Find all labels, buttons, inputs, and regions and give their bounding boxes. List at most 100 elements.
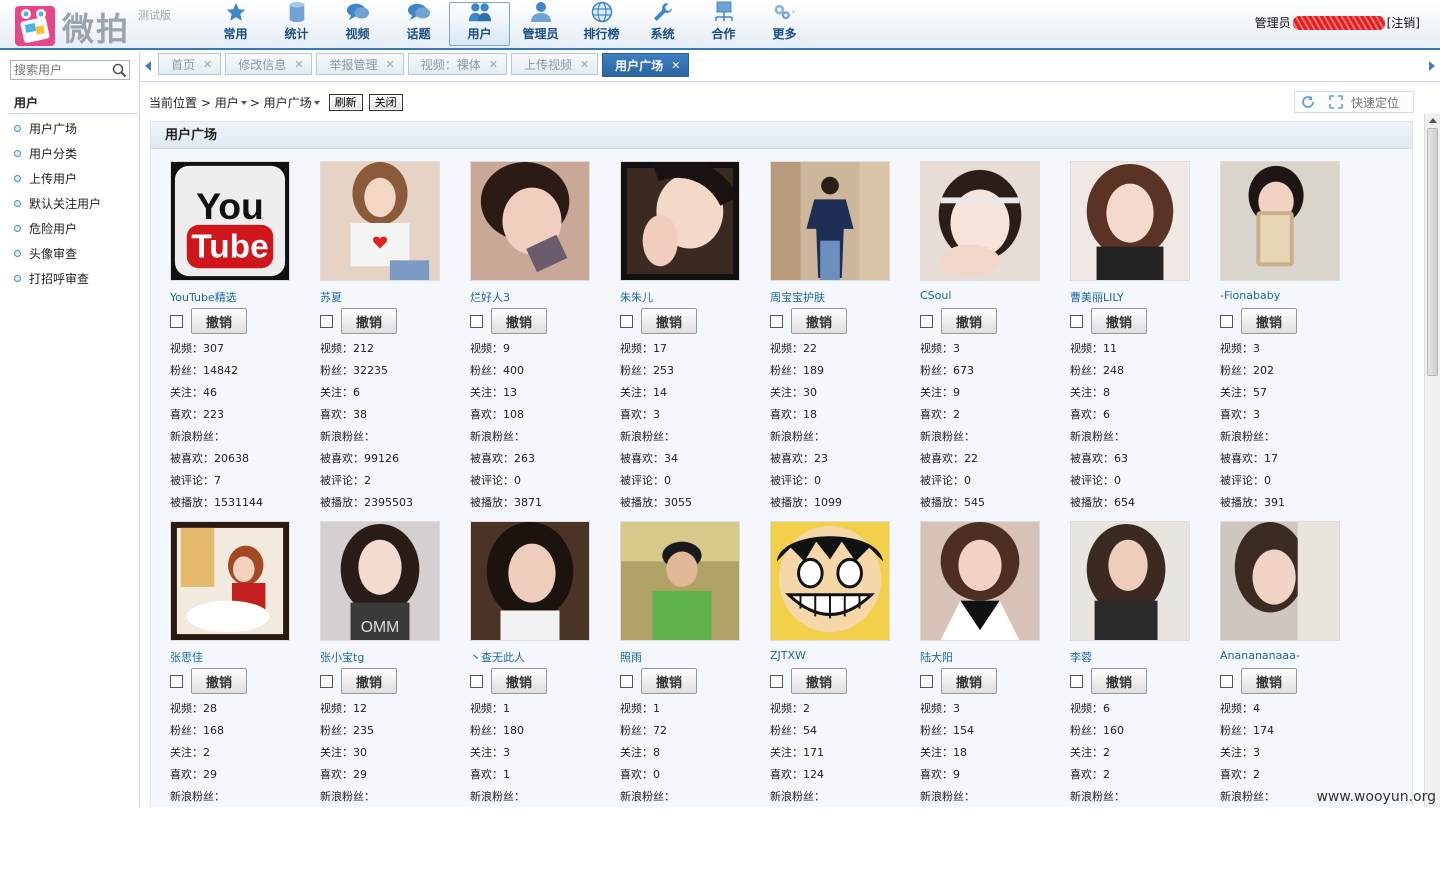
revoke-button[interactable]: 撤销 — [491, 308, 547, 334]
tab-home[interactable]: 首页✕ — [158, 53, 221, 75]
nav-item-more[interactable]: 更多 — [754, 2, 815, 46]
avatar[interactable] — [170, 521, 290, 641]
close-icon[interactable]: ✕ — [580, 58, 589, 71]
user-name-link[interactable]: 陆大阳 — [920, 649, 953, 665]
caret-down-icon[interactable] — [314, 101, 320, 105]
user-name-link[interactable]: 烂好人3 — [470, 289, 510, 305]
select-checkbox[interactable] — [1070, 675, 1083, 688]
revoke-button[interactable]: 撤销 — [941, 668, 997, 694]
vertical-scrollbar[interactable] — [1424, 114, 1440, 807]
close-icon[interactable]: ✕ — [203, 58, 212, 71]
select-checkbox[interactable] — [620, 675, 633, 688]
user-name-link[interactable]: YouTube精选 — [170, 289, 237, 305]
refresh-icon[interactable] — [1301, 95, 1315, 109]
revoke-button[interactable]: 撤销 — [191, 668, 247, 694]
select-checkbox[interactable] — [920, 675, 933, 688]
select-checkbox[interactable] — [620, 315, 633, 328]
select-checkbox[interactable] — [170, 315, 183, 328]
revoke-button[interactable]: 撤销 — [641, 668, 697, 694]
user-name-link[interactable]: 丶查无此人 — [470, 649, 525, 665]
user-name-link[interactable]: 张思佳 — [170, 649, 203, 665]
revoke-button[interactable]: 撤销 — [1091, 668, 1147, 694]
nav-item-video[interactable]: 视频 — [327, 2, 388, 46]
scroll-left-icon[interactable] — [145, 61, 151, 71]
select-checkbox[interactable] — [320, 315, 333, 328]
nav-item-ranking[interactable]: 排行榜 — [571, 2, 632, 46]
avatar[interactable] — [1220, 161, 1340, 281]
nav-item-topic[interactable]: 话题 — [388, 2, 449, 46]
sidebar-item-avatar-review[interactable]: 头像审查 — [14, 241, 101, 266]
revoke-button[interactable]: 撤销 — [641, 308, 697, 334]
select-checkbox[interactable] — [770, 315, 783, 328]
sidebar-item-default-follow[interactable]: 默认关注用户 — [14, 191, 101, 216]
close-button[interactable]: 关闭 — [369, 94, 403, 111]
user-name-link[interactable]: 苏夏 — [320, 289, 342, 305]
refresh-button[interactable]: 刷新 — [329, 94, 363, 111]
sidebar-item-upload-users[interactable]: 上传用户 — [14, 166, 101, 191]
nav-item-common[interactable]: 常用 — [205, 2, 266, 46]
user-name-link[interactable]: 张小宝tg — [320, 649, 364, 665]
select-checkbox[interactable] — [770, 675, 783, 688]
avatar[interactable] — [320, 161, 440, 281]
select-checkbox[interactable] — [1220, 675, 1233, 688]
revoke-button[interactable]: 撤销 — [791, 308, 847, 334]
avatar[interactable] — [1070, 161, 1190, 281]
sidebar-item-user-square[interactable]: 用户广场 — [14, 116, 101, 141]
select-checkbox[interactable] — [920, 315, 933, 328]
revoke-button[interactable]: 撤销 — [191, 308, 247, 334]
avatar[interactable] — [620, 521, 740, 641]
sidebar-item-user-category[interactable]: 用户分类 — [14, 141, 101, 166]
avatar[interactable] — [470, 521, 590, 641]
avatar[interactable] — [620, 161, 740, 281]
avatar[interactable]: YouTube — [170, 161, 290, 281]
user-name-link[interactable]: 周宝宝护肤 — [770, 289, 825, 305]
tab-edit-info[interactable]: 修改信息✕ — [225, 53, 312, 75]
revoke-button[interactable]: 撤销 — [941, 308, 997, 334]
search-icon[interactable] — [112, 63, 127, 78]
breadcrumb-users[interactable]: 用户 — [215, 94, 239, 111]
close-icon[interactable]: ✕ — [294, 58, 303, 71]
revoke-button[interactable]: 撤销 — [1241, 668, 1297, 694]
select-checkbox[interactable] — [1070, 315, 1083, 328]
user-name-link[interactable]: -Fionababy — [1220, 289, 1280, 302]
avatar[interactable] — [1220, 521, 1340, 641]
user-name-link[interactable]: CSoul — [920, 289, 951, 302]
scroll-right-icon[interactable] — [1429, 61, 1435, 71]
user-name-link[interactable]: Ananananaaa- — [1220, 649, 1300, 662]
tab-report-manage[interactable]: 举报管理✕ — [316, 53, 403, 75]
avatar[interactable] — [920, 161, 1040, 281]
revoke-button[interactable]: 撤销 — [791, 668, 847, 694]
scrollbar-thumb[interactable] — [1427, 128, 1438, 376]
caret-down-icon[interactable] — [241, 101, 247, 105]
select-checkbox[interactable] — [470, 675, 483, 688]
tab-video-nude[interactable]: 视频：裸体✕ — [408, 53, 507, 75]
select-checkbox[interactable] — [170, 675, 183, 688]
search-input[interactable] — [11, 61, 111, 79]
user-name-link[interactable]: ZJTXW — [770, 649, 806, 662]
nav-item-cooperation[interactable]: 合作 — [693, 2, 754, 46]
fullscreen-icon[interactable] — [1329, 95, 1343, 109]
tab-user-square[interactable]: 用户广场✕ — [602, 53, 689, 77]
revoke-button[interactable]: 撤销 — [1091, 308, 1147, 334]
revoke-button[interactable]: 撤销 — [491, 668, 547, 694]
avatar[interactable]: OMM — [320, 521, 440, 641]
select-checkbox[interactable] — [320, 675, 333, 688]
logout-link[interactable]: [注销] — [1387, 14, 1420, 31]
nav-item-stats[interactable]: 统计 — [266, 2, 327, 46]
user-name-link[interactable]: 李蓉 — [1070, 649, 1092, 665]
sidebar-item-greeting-review[interactable]: 打招呼审查 — [14, 266, 101, 291]
user-name-link[interactable]: 照雨 — [620, 649, 642, 665]
revoke-button[interactable]: 撤销 — [1241, 308, 1297, 334]
avatar[interactable] — [1070, 521, 1190, 641]
breadcrumb-user-square[interactable]: 用户广场 — [264, 94, 312, 111]
revoke-button[interactable]: 撤销 — [341, 668, 397, 694]
select-checkbox[interactable] — [470, 315, 483, 328]
nav-item-admin[interactable]: 管理员 — [510, 2, 571, 46]
scroll-up-icon[interactable] — [1429, 118, 1437, 123]
avatar[interactable] — [770, 521, 890, 641]
avatar[interactable] — [920, 521, 1040, 641]
tab-upload-video[interactable]: 上传视频✕ — [511, 53, 598, 75]
close-icon[interactable]: ✕ — [385, 58, 394, 71]
close-icon[interactable]: ✕ — [489, 58, 498, 71]
sidebar-item-dangerous-users[interactable]: 危险用户 — [14, 216, 101, 241]
